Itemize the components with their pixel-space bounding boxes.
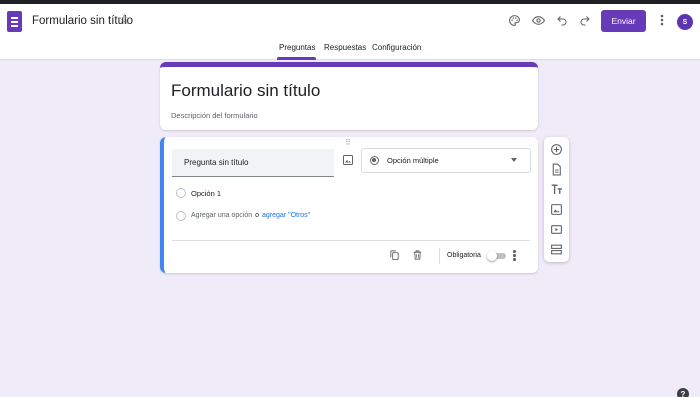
add-option-link[interactable]: Agregar una opción (191, 212, 252, 219)
trash-icon[interactable] (412, 249, 424, 263)
section-icon[interactable] (550, 243, 563, 256)
tab-configuracion[interactable]: Configuración (372, 43, 421, 52)
redo-icon[interactable] (577, 12, 593, 28)
question-type-label: Opción múltiple (387, 156, 439, 165)
question-title-field[interactable]: Pregunta sin título (172, 149, 334, 177)
footer-separator (439, 248, 440, 264)
palette-icon[interactable] (506, 12, 522, 28)
side-toolbar (544, 137, 569, 262)
or-label: o (255, 212, 260, 219)
question-type-dropdown[interactable]: Opción múltiple (361, 148, 531, 173)
chevron-down-icon (511, 158, 517, 162)
copy-icon[interactable] (389, 249, 401, 263)
form-title-card: Formulario sin título Descripción del fo… (160, 62, 538, 130)
title-icon[interactable] (550, 183, 563, 196)
required-toggle[interactable] (487, 251, 506, 261)
form-title[interactable]: Formulario sin título (171, 81, 320, 101)
help-icon[interactable]: ? (677, 388, 689, 397)
star-icon[interactable]: ☆ (118, 12, 131, 26)
footer-divider (172, 240, 530, 241)
avatar[interactable]: S (677, 14, 693, 30)
active-tab-indicator (277, 57, 316, 60)
undo-icon[interactable] (554, 12, 570, 28)
option-radio (176, 188, 186, 198)
question-card[interactable]: ⠿ Pregunta sin título Opción múltiple Op… (160, 137, 538, 273)
add-other-link[interactable]: agregar "Otros" (262, 212, 310, 219)
drag-handle-icon[interactable]: ⠿ (345, 138, 351, 147)
add-option-row: Agregar una opción o agregar "Otros" (191, 212, 310, 219)
import-icon[interactable] (550, 163, 563, 176)
more-vert-icon[interactable] (654, 12, 670, 28)
video-icon[interactable] (550, 223, 563, 236)
image-icon[interactable] (550, 203, 563, 216)
send-button[interactable]: Enviar (601, 10, 646, 32)
radio-checked-icon (370, 156, 379, 165)
tab-preguntas[interactable]: Preguntas (279, 43, 315, 52)
tab-respuestas[interactable]: Respuestas (324, 43, 366, 52)
forms-logo-icon[interactable] (7, 11, 22, 32)
option-1-label[interactable]: Opción 1 (191, 189, 221, 198)
more-vert-icon[interactable] (513, 250, 517, 262)
app-header: Formulario sin título ☆ Enviar S Pregunt… (0, 4, 700, 60)
add-circle-icon[interactable] (550, 143, 563, 156)
image-icon[interactable] (342, 153, 356, 167)
eye-icon[interactable] (530, 12, 546, 28)
form-description-field[interactable]: Descripción del formulario (171, 111, 258, 120)
required-label: Obligatoria (447, 252, 481, 259)
add-option-radio (176, 211, 186, 221)
